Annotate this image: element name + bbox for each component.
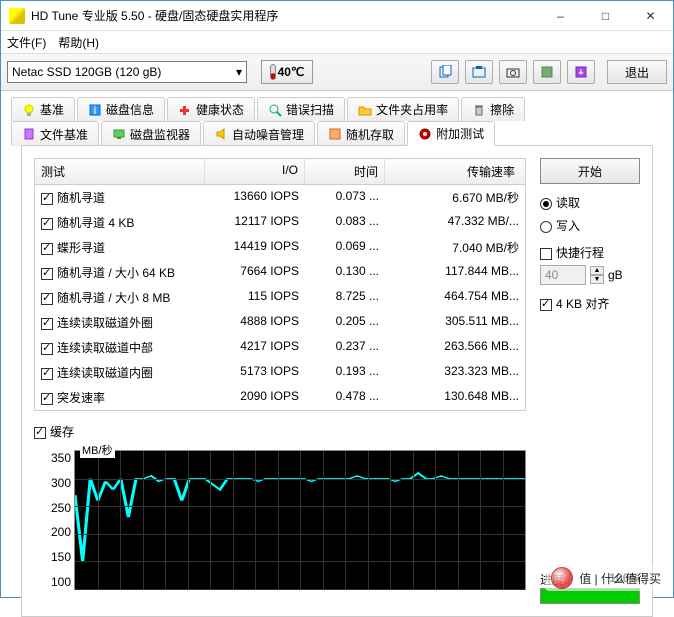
row-checkbox[interactable] (41, 393, 53, 405)
window-title: HD Tune 专业版 5.50 - 硬盘/固态硬盘实用程序 (31, 7, 538, 24)
exit-button[interactable]: 退出 (607, 60, 667, 84)
row-checkbox[interactable] (41, 368, 53, 380)
menubar: 文件(F) 帮助(H) (1, 31, 673, 53)
table-row[interactable]: 连续读取磁道内圈5173 IOPS0.193 ...323.323 MB... (35, 360, 525, 385)
svg-text:i: i (94, 103, 97, 117)
toolbar: Netac SSD 120GB (120 gB) ▾ 40℃ 退出 (1, 53, 673, 91)
temperature-value: 40℃ (278, 65, 305, 79)
drive-select-value: Netac SSD 120GB (120 gB) (12, 65, 161, 79)
tab-search[interactable]: 错误扫描 (257, 97, 345, 121)
row-checkbox[interactable] (41, 293, 53, 305)
minimize-button[interactable]: – (538, 1, 583, 30)
tab-extra[interactable]: 附加测试 (407, 121, 495, 146)
watermark-icon (551, 567, 573, 589)
quick-value-input[interactable]: 40 (540, 265, 586, 285)
chevron-down-icon: ▾ (236, 65, 242, 79)
table-row[interactable]: 随机寻道 4 KB12117 IOPS0.083 ...47.332 MB/..… (35, 210, 525, 235)
chart-ylabel: MB/秒 (80, 442, 115, 458)
save-button[interactable] (567, 60, 595, 84)
health-icon (178, 103, 192, 117)
row-checkbox[interactable] (41, 318, 53, 330)
quick-checkbox[interactable]: 快捷行程 (540, 246, 604, 260)
results-table: 测试 I/O 时间 传输速率 随机寻道13660 IOPS0.073 ...6.… (34, 158, 526, 411)
app-icon (9, 8, 25, 24)
extra-icon (418, 127, 432, 141)
sound-icon (214, 127, 228, 141)
filebench-icon (22, 127, 36, 141)
watermark: 值 | 什么值得买 (545, 565, 667, 591)
watermark-text: 值 | 什么值得买 (579, 570, 661, 587)
row-checkbox[interactable] (41, 243, 53, 255)
camera-button[interactable] (499, 60, 527, 84)
lightbulb-icon (22, 103, 36, 117)
start-button[interactable]: 开始 (540, 158, 640, 184)
tab-random[interactable]: 随机存取 (317, 121, 405, 146)
drive-select[interactable]: Netac SSD 120GB (120 gB) ▾ (7, 61, 247, 83)
menu-file[interactable]: 文件(F) (7, 34, 46, 51)
tab-folder[interactable]: 文件夹占用率 (347, 97, 459, 121)
folder-icon (358, 103, 372, 117)
write-radio[interactable]: 写入 (540, 217, 640, 234)
row-checkbox[interactable] (41, 268, 53, 280)
menu-help[interactable]: 帮助(H) (58, 34, 99, 51)
spin-up[interactable]: ▲ (590, 266, 604, 275)
close-button[interactable]: ✕ (628, 1, 673, 30)
cache-chart: 350300250200150100 (74, 450, 526, 590)
table-row[interactable]: 蝶形寻道14419 IOPS0.069 ...7.040 MB/秒 (35, 235, 525, 260)
table-row[interactable]: 随机寻道 / 大小 8 MB115 IOPS8.725 ...464.754 M… (35, 285, 525, 310)
th-test[interactable]: 测试 (35, 159, 205, 184)
tab-sound[interactable]: 自动噪音管理 (203, 121, 315, 146)
cache-checkbox[interactable]: 缓存 (34, 425, 74, 439)
tab-info[interactable]: i磁盘信息 (77, 97, 165, 121)
copy-text-button[interactable] (431, 60, 459, 84)
tabs-row-2: 文件基准磁盘监视器自动噪音管理随机存取附加测试 (11, 121, 663, 146)
maximize-button[interactable]: □ (583, 1, 628, 30)
th-rate[interactable]: 传输速率 (385, 159, 525, 184)
spin-down[interactable]: ▼ (590, 275, 604, 284)
thermometer-icon (270, 64, 276, 80)
trash-icon (472, 103, 486, 117)
row-checkbox[interactable] (41, 218, 53, 230)
tab-filebench[interactable]: 文件基准 (11, 121, 99, 146)
tab-content: 测试 I/O 时间 传输速率 随机寻道13660 IOPS0.073 ...6.… (21, 145, 653, 617)
table-row[interactable]: 连续读取磁道中部4217 IOPS0.237 ...263.566 MB... (35, 335, 525, 360)
titlebar: HD Tune 专业版 5.50 - 硬盘/固态硬盘实用程序 – □ ✕ (1, 1, 673, 31)
random-icon (328, 127, 342, 141)
th-time[interactable]: 时间 (305, 159, 385, 184)
tab-health[interactable]: 健康状态 (167, 97, 255, 121)
tab-monitor[interactable]: 磁盘监视器 (101, 121, 201, 146)
info-icon: i (88, 103, 102, 117)
tab-lightbulb[interactable]: 基准 (11, 97, 75, 121)
temperature-display: 40℃ (261, 60, 313, 84)
row-checkbox[interactable] (41, 343, 53, 355)
search-icon (268, 103, 282, 117)
table-row[interactable]: 随机寻道 / 大小 64 KB7664 IOPS0.130 ...117.844… (35, 260, 525, 285)
tabs-row-1: 基准i磁盘信息健康状态错误扫描文件夹占用率擦除 (11, 97, 663, 121)
copy-screenshot-button[interactable] (465, 60, 493, 84)
th-io[interactable]: I/O (205, 159, 305, 184)
table-row[interactable]: 随机寻道13660 IOPS0.073 ...6.670 MB/秒 (35, 185, 525, 210)
table-row[interactable]: 连续读取磁道外圈4888 IOPS0.205 ...305.511 MB... (35, 310, 525, 335)
table-row[interactable]: 突发速率2090 IOPS0.478 ...130.648 MB... (35, 385, 525, 410)
tab-trash[interactable]: 擦除 (461, 97, 525, 121)
monitor-icon (112, 127, 126, 141)
options-button[interactable] (533, 60, 561, 84)
row-checkbox[interactable] (41, 193, 53, 205)
quick-unit: gB (608, 268, 623, 282)
align-checkbox[interactable]: 4 KB 对齐 (540, 295, 640, 312)
read-radio[interactable]: 读取 (540, 194, 640, 211)
